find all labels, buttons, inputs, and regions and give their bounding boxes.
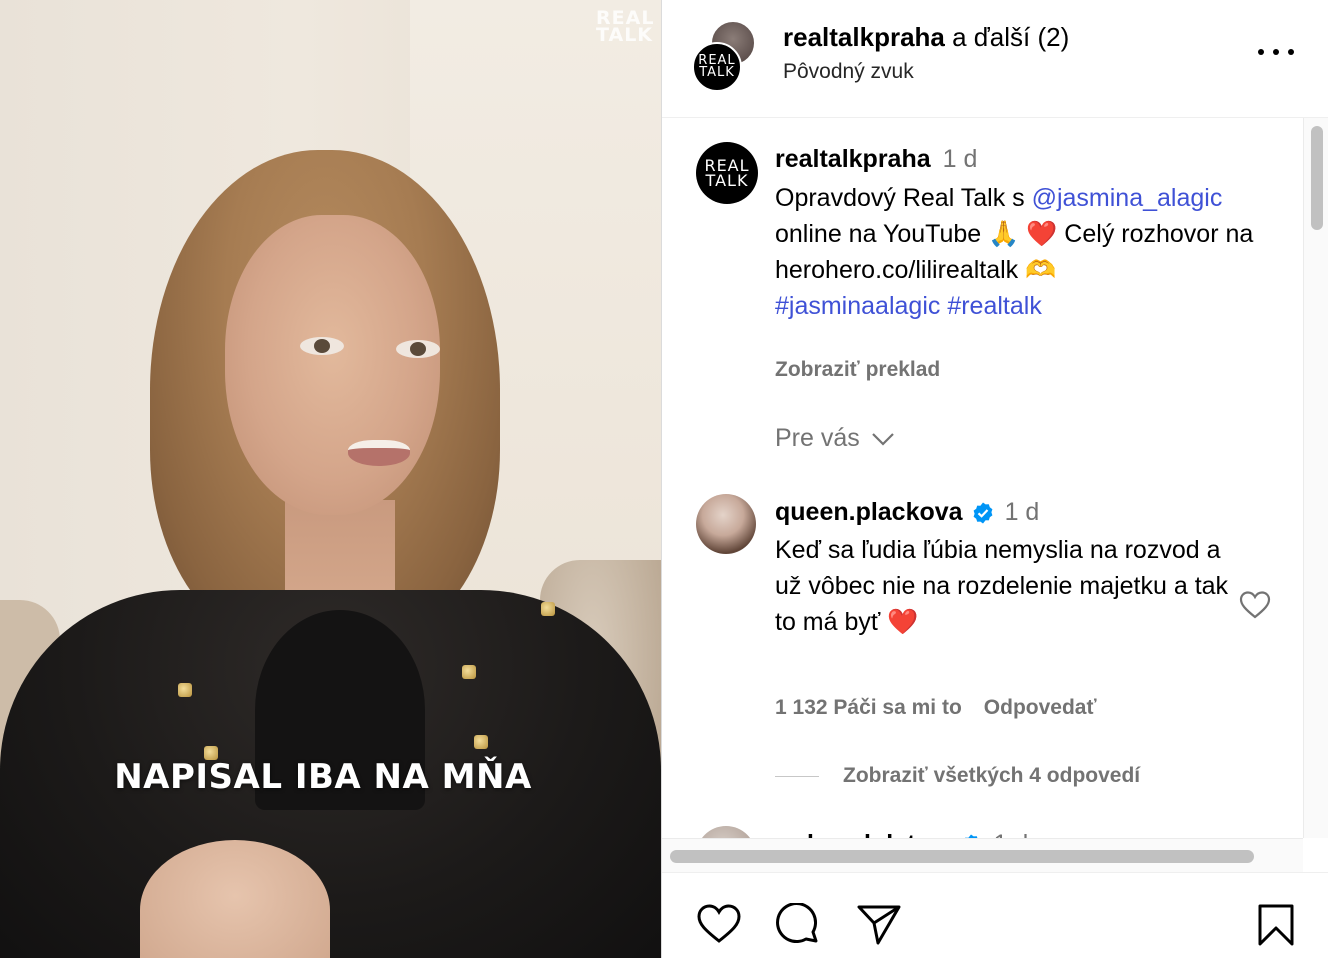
verified-badge-icon (973, 502, 992, 523)
post-caption-header: realtalkpraha 1 d (775, 145, 977, 174)
header-title: realtalkpraha a ďalší (2) (783, 22, 1069, 53)
hashtag-link[interactable]: #jasminaalagic (775, 292, 940, 320)
mention-link[interactable]: @jasmina_alagic (1032, 184, 1223, 212)
caption-text: Opravdový Real Talk s (775, 184, 1032, 212)
hashtag-link[interactable]: #realtalk (947, 292, 1042, 320)
commenter-avatar[interactable] (696, 826, 756, 838)
commenter-avatar[interactable] (696, 494, 756, 554)
comment-icon[interactable] (775, 903, 821, 947)
realtalk-watermark: REAL TALK (596, 9, 654, 46)
post-panel: REAL TALK realtalkpraha a ďalší (2) Pôvo… (661, 0, 1328, 958)
header-others[interactable]: a ďalší (2) (945, 22, 1069, 52)
person-eye-right (396, 340, 440, 358)
collab-avatars[interactable]: REAL TALK (692, 20, 764, 92)
comment-header: queen.plackova 1 d (775, 498, 1039, 527)
comments-scroll-area[interactable]: REAL TALK realtalkpraha 1 d Opravdový Rea… (662, 118, 1303, 838)
post-actions-bar (662, 872, 1328, 958)
view-replies-button[interactable]: Zobraziť všetkých 4 odpovedí (775, 764, 1140, 788)
comment-text: Keď sa ľudia ľúbia nemyslia na rozvod a … (775, 536, 1229, 636)
chevron-down-icon (871, 432, 894, 446)
realtalk-avatar[interactable]: REAL TALK (692, 42, 742, 92)
jacket-stud (462, 665, 476, 679)
like-comment-heart-icon[interactable] (1239, 590, 1271, 620)
jacket-stud (541, 602, 555, 616)
original-audio-link[interactable]: Pôvodný zvuk (783, 60, 914, 84)
post-caption: Opravdový Real Talk s @jasmina_alagic on… (775, 180, 1285, 324)
post-header: REAL TALK realtalkpraha a ďalší (2) Pôvo… (662, 0, 1328, 118)
horizontal-scrollbar-thumb[interactable] (670, 850, 1254, 863)
post-author-avatar[interactable]: REAL TALK (696, 142, 758, 204)
person-mouth (348, 440, 410, 466)
reply-button[interactable]: Odpovedať (984, 696, 1097, 719)
person-face (225, 215, 440, 515)
post-time: 1 d (942, 145, 978, 173)
sort-label: Pre vás (775, 424, 860, 452)
comment-sort-dropdown[interactable]: Pre vás (775, 424, 896, 453)
watermark-line: TALK (596, 24, 654, 46)
replies-divider (775, 775, 819, 777)
realtalk-logo: REAL TALK (704, 158, 749, 190)
comment-time: 1 d (1004, 498, 1040, 526)
heart-icon[interactable] (696, 903, 742, 945)
comment-header: ardaamkdatam 1 d (775, 830, 1028, 838)
realtalk-logo: REAL TALK (698, 54, 735, 80)
header-username[interactable]: realtalkpraha (783, 22, 945, 52)
see-translation-button[interactable]: Zobraziť preklad (775, 358, 940, 382)
commenter-username[interactable]: ardaamkdatam (775, 830, 951, 838)
comment-actions: 1 132 Páči sa mi to Odpovedať (775, 696, 1097, 720)
horizontal-scrollbar[interactable] (662, 838, 1303, 872)
comment-time: 1 d (993, 830, 1028, 838)
vertical-scrollbar-thumb[interactable] (1311, 126, 1323, 230)
jacket-stud (178, 683, 192, 697)
caption-text: online na YouTube 🙏 ❤️ Celý rozhovor na … (775, 220, 1254, 284)
video-caption: NAPISAL IBA NA MŇA (114, 757, 532, 797)
jacket-stud (474, 735, 488, 749)
comment-likes-count[interactable]: 1 132 Páči sa mi to (775, 696, 962, 719)
more-options-icon[interactable] (1258, 38, 1294, 66)
post-author-username[interactable]: realtalkpraha (775, 145, 931, 173)
logo-line: TALK (705, 171, 749, 190)
view-replies-label: Zobraziť všetkých 4 odpovedí (843, 764, 1141, 787)
logo-line: TALK (699, 65, 735, 80)
bookmark-icon[interactable] (1256, 903, 1296, 947)
share-icon[interactable] (856, 903, 902, 947)
vertical-scrollbar[interactable] (1303, 118, 1328, 838)
commenter-username[interactable]: queen.plackova (775, 498, 963, 527)
reel-video[interactable]: NAPISAL IBA NA MŇA REAL TALK (0, 0, 661, 958)
person-eye-left (300, 337, 344, 355)
